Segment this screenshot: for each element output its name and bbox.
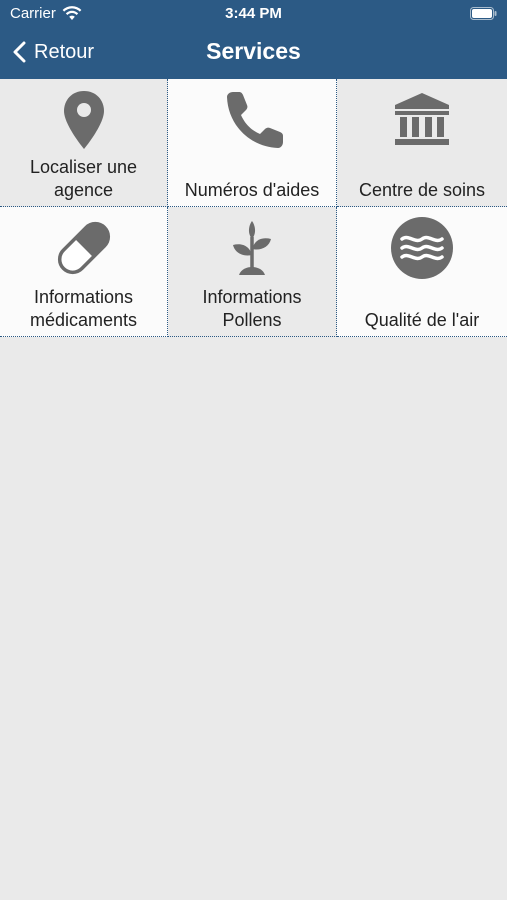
phone-icon xyxy=(227,92,283,148)
location-pin-icon xyxy=(63,91,104,149)
navigation-bar: Retour Services xyxy=(0,30,507,79)
plant-sprout-icon xyxy=(233,221,271,275)
services-grid: Localiser une agence Numéros d'aides Cen… xyxy=(0,79,507,337)
tile-label: Numéros d'aides xyxy=(184,180,320,200)
tile-label: Centre de soins xyxy=(358,180,486,200)
tile-label: Informations médicaments xyxy=(29,287,138,330)
tile-localiser-agence[interactable]: Localiser une agence xyxy=(0,79,168,207)
air-waves-icon xyxy=(391,217,453,279)
tile-label: Informations Pollens xyxy=(202,287,302,330)
page-title: Services xyxy=(206,38,301,64)
status-time: 3:44 PM xyxy=(225,5,282,22)
tile-numeros-aides[interactable]: Numéros d'aides xyxy=(168,79,337,207)
tile-centre-soins[interactable]: Centre de soins xyxy=(337,79,507,207)
tile-label: Localiser une agence xyxy=(29,157,138,200)
status-bar: Carrier 3:44 PM xyxy=(0,0,507,28)
pill-capsule-icon xyxy=(57,221,110,275)
tile-informations-pollens[interactable]: Informations Pollens xyxy=(168,207,337,337)
bank-building-icon xyxy=(395,93,449,145)
top-bar: Carrier 3:44 PM Retour Services xyxy=(0,0,507,79)
tile-qualite-air[interactable]: Qualité de l'air xyxy=(337,207,507,337)
tile-label: Qualité de l'air xyxy=(364,310,480,330)
battery-icon xyxy=(470,7,497,20)
tile-informations-medicaments[interactable]: Informations médicaments xyxy=(0,207,168,337)
